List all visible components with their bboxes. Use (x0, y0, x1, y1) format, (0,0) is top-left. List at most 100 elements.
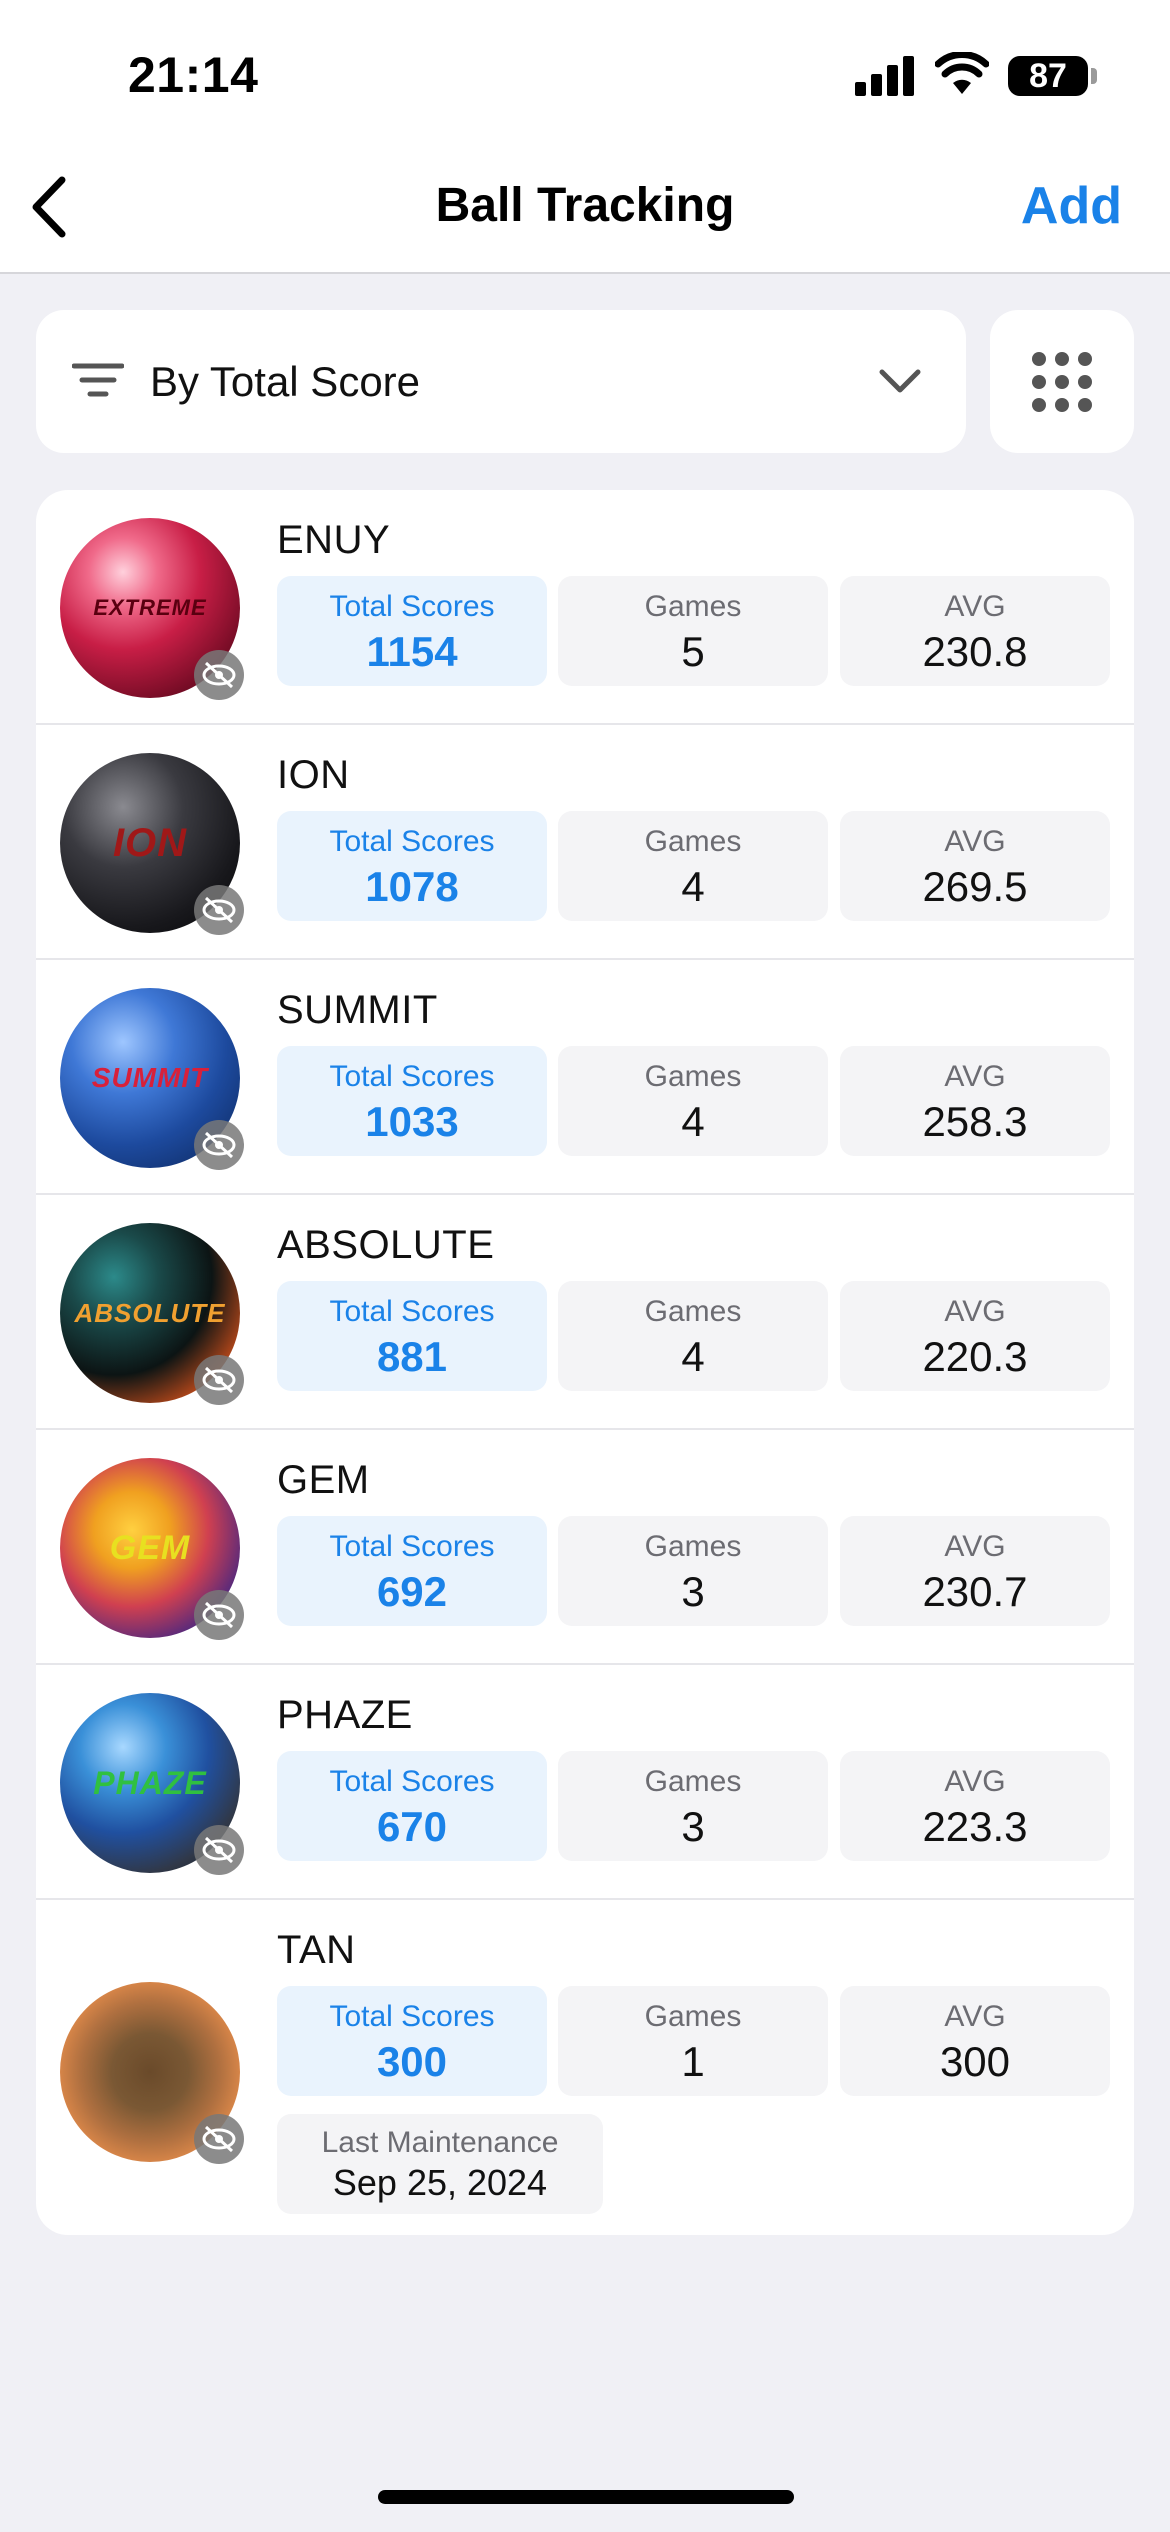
stat-value: 1154 (366, 628, 458, 675)
stat-value: 223.3 (922, 1803, 1028, 1850)
total-scores-stat: Total Scores 1078 (277, 811, 547, 921)
top-bar: 21:14 87 Ball Tracking Add (0, 0, 1170, 274)
stat-label: AVG (944, 1530, 1006, 1563)
ball-name: PHAZE (277, 1693, 413, 1737)
list-item[interactable]: EXTREME ENVY ENUY Total Scores 1154 Game… (36, 490, 1134, 725)
eye-slash-icon[interactable] (194, 1825, 244, 1875)
games-stat: Games 4 (558, 1281, 828, 1391)
status-time: 21:14 (128, 47, 259, 103)
list-item[interactable]: GEM GEM Total Scores 692 Games 3 AVG 230… (36, 1430, 1134, 1665)
stat-label: Total Scores (329, 590, 495, 623)
total-scores-stat: Total Scores 670 (277, 1751, 547, 1861)
stat-value: 881 (376, 1333, 448, 1380)
stat-label: Games (644, 1530, 742, 1563)
total-scores-stat: Total Scores 1033 (277, 1046, 547, 1156)
stat-label: Games (644, 825, 742, 858)
avg-stat: AVG 258.3 (840, 1046, 1110, 1156)
stat-value: 1033 (365, 1098, 459, 1145)
stat-value: 3 (681, 1803, 705, 1850)
total-scores-stat: Total Scores 1154 (277, 576, 547, 686)
games-stat: Games 1 (558, 1986, 828, 2096)
avg-stat: AVG 230.7 (840, 1516, 1110, 1626)
avg-stat: AVG 220.3 (840, 1281, 1110, 1391)
eye-slash-icon[interactable] (194, 885, 244, 935)
home-indicator (378, 2490, 794, 2504)
stat-label: Total Scores (329, 1765, 495, 1798)
stat-value: 230.8 (922, 628, 1028, 675)
ball-name: GEM (277, 1458, 370, 1502)
avg-stat: AVG 230.8 (840, 576, 1110, 686)
stat-value: 230.7 (922, 1568, 1028, 1615)
stat-value: 670 (376, 1803, 448, 1850)
eye-slash-icon[interactable] (194, 2114, 244, 2164)
stat-value: 4 (681, 1098, 705, 1145)
avg-stat: AVG 223.3 (840, 1751, 1110, 1861)
games-stat: Games 3 (558, 1516, 828, 1626)
avg-stat: AVG 269.5 (840, 811, 1110, 921)
ball-list: EXTREME ENVY ENUY Total Scores 1154 Game… (36, 490, 1134, 2235)
grid-view-button[interactable] (990, 310, 1134, 453)
ball-name: ENUY (277, 518, 391, 562)
stat-label: AVG (944, 1765, 1006, 1798)
stat-value: Sep 25, 2024 (332, 2162, 548, 2203)
stat-value: 5 (681, 628, 705, 675)
stat-label: Total Scores (329, 825, 495, 858)
stat-label: Games (644, 1060, 742, 1093)
avg-stat: AVG 300 (840, 1986, 1110, 2096)
stat-label: AVG (944, 590, 1006, 623)
ball-name: SUMMIT (277, 988, 438, 1032)
eye-slash-icon[interactable] (194, 1120, 244, 1170)
list-item[interactable]: SUMMIT SUMMIT Total Scores 1033 Games 4 … (36, 960, 1134, 1195)
list-item[interactable]: TAN Total Scores 300 Games 1 AVG 300 Las… (36, 1900, 1134, 2235)
stat-value: 1 (681, 2038, 705, 2085)
stat-label: Total Scores (329, 1295, 495, 1328)
filter-icon (72, 363, 124, 397)
battery-cap (1091, 68, 1097, 84)
last-maintenance-stat: Last Maintenance Sep 25, 2024 (277, 2114, 603, 2214)
stat-value: 300 (939, 2038, 1011, 2085)
stat-value: 1078 (365, 863, 459, 910)
games-stat: Games 3 (558, 1751, 828, 1861)
stat-label: Last Maintenance (321, 2126, 559, 2159)
stat-label: AVG (944, 2000, 1006, 2033)
wifi-icon (935, 52, 989, 94)
stat-value: 4 (681, 1333, 705, 1380)
stat-value: 4 (681, 863, 705, 910)
sort-dropdown[interactable]: By Total Score (36, 310, 966, 453)
stat-label: Total Scores (329, 1530, 495, 1563)
stat-value: 3 (681, 1568, 705, 1615)
stat-value: 300 (376, 2038, 448, 2085)
list-item[interactable]: ABSOLUTE ABSOLUTE Total Scores 881 Games… (36, 1195, 1134, 1430)
ball-name: ABSOLUTE (277, 1223, 495, 1267)
chevron-down-icon (879, 369, 921, 393)
add-button[interactable]: Add (1021, 176, 1122, 236)
list-item[interactable]: PHAZE PHAZE Total Scores 670 Games 3 AVG… (36, 1665, 1134, 1900)
list-item[interactable]: ION ION Total Scores 1078 Games 4 AVG 26… (36, 725, 1134, 960)
stat-label: AVG (944, 825, 1006, 858)
stat-value: 692 (376, 1568, 448, 1615)
stat-label: Games (644, 590, 742, 623)
total-scores-stat: Total Scores 692 (277, 1516, 547, 1626)
total-scores-stat: Total Scores 300 (277, 1986, 547, 2096)
page-title: Ball Tracking (435, 179, 735, 232)
eye-slash-icon[interactable] (194, 1355, 244, 1405)
sort-selected-value: By Total Score (150, 358, 421, 405)
stat-value: 258.3 (922, 1098, 1028, 1145)
eye-slash-icon[interactable] (194, 1590, 244, 1640)
games-stat: Games 4 (558, 1046, 828, 1156)
stat-value: 269.5 (922, 863, 1028, 910)
stat-label: Total Scores (329, 2000, 495, 2033)
eye-slash-icon[interactable] (194, 650, 244, 700)
stat-label: Games (644, 2000, 742, 2033)
battery-icon: 87 (1008, 56, 1088, 96)
total-scores-stat: Total Scores 881 (277, 1281, 547, 1391)
ball-name: TAN (277, 1928, 356, 1972)
stat-label: Games (644, 1295, 742, 1328)
stat-label: AVG (944, 1060, 1006, 1093)
games-stat: Games 5 (558, 576, 828, 686)
stat-label: AVG (944, 1295, 1006, 1328)
ball-name: ION (277, 753, 350, 797)
games-stat: Games 4 (558, 811, 828, 921)
stat-value: 220.3 (922, 1333, 1028, 1380)
stat-label: Total Scores (329, 1060, 495, 1093)
